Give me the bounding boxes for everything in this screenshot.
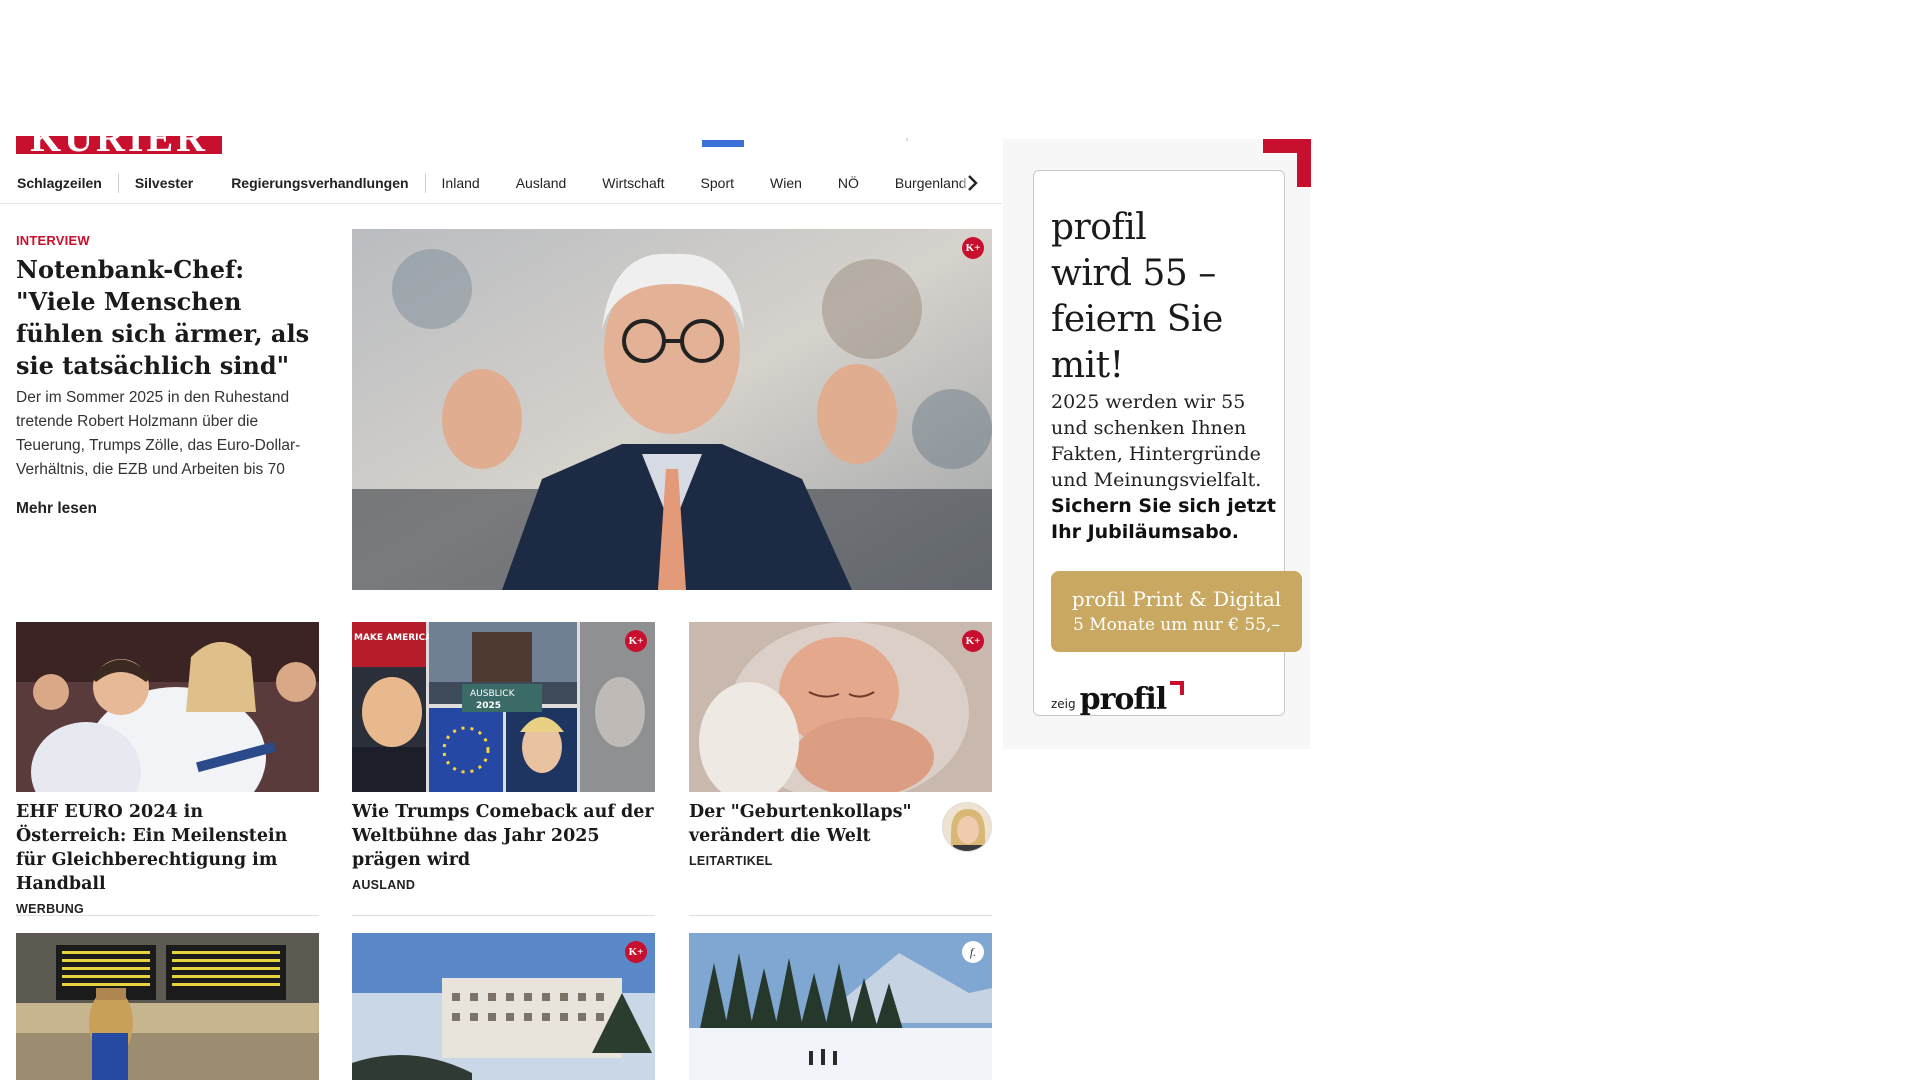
image-text: AUSBLICK — [470, 689, 516, 699]
read-more-link[interactable]: Mehr lesen — [16, 500, 97, 518]
nav-scroll-right-button[interactable] — [960, 171, 984, 195]
ad-body: 2025 werden wir 55 und schenken Ihnen Fa… — [1051, 391, 1262, 491]
nav-item-noe[interactable]: NÖ — [838, 175, 859, 191]
nav-item-ausland[interactable]: Ausland — [516, 175, 567, 191]
article-tag: WERBUNG — [16, 902, 85, 916]
kplus-badge: K+ — [962, 237, 984, 259]
article-card[interactable]: K+ Der "Geburtenkollaps" ver­ändert die … — [689, 622, 992, 916]
image-text: 2025 — [476, 701, 501, 711]
divider — [16, 915, 319, 916]
kplus-badge: K+ — [962, 630, 984, 652]
author-photo — [943, 803, 991, 851]
article-card[interactable] — [16, 933, 319, 1080]
author-avatar[interactable] — [942, 802, 992, 852]
logo-text: KURIER — [30, 136, 208, 154]
divider — [906, 138, 908, 141]
chevron-right-icon — [968, 175, 978, 191]
article-tag: AUSLAND — [352, 878, 416, 892]
article-image[interactable]: K+ — [352, 933, 655, 1080]
article-title[interactable]: Der "Geburtenkollaps" ver­ändert die Wel… — [689, 800, 924, 848]
ad-headline-line: profil — [1051, 207, 1147, 248]
hero-photo — [352, 229, 992, 590]
article-image[interactable]: MAKE AMERICA GREAT AGAIN AUSBLICK 2025 K… — [352, 622, 655, 792]
ad-footer: zeig profil — [1051, 681, 1185, 717]
hero-image[interactable]: K+ — [352, 229, 992, 590]
article-card[interactable]: EHF EURO 2024 in Österreich: Ein Meilens… — [16, 622, 319, 916]
article-card[interactable]: K+ — [352, 933, 655, 1080]
divider — [689, 915, 992, 916]
nav-item-burgenland[interactable]: Burgenland — [895, 175, 967, 191]
profil-logo-mark-icon — [1170, 681, 1185, 695]
ad-headline-line: feiern Sie mit! — [1051, 299, 1223, 386]
nav-item-schlagzeilen[interactable]: Schlagzeilen — [17, 175, 102, 191]
ad-call-to-action: Sichern Sie sich jetzt Ihr Jubiläumsabo. — [1051, 495, 1276, 543]
kurier-logo[interactable]: KURIER — [16, 136, 222, 154]
hotel-photo — [352, 933, 655, 1080]
nav-separator — [117, 173, 119, 193]
hero-headline[interactable]: Notenbank-Chef: "Viele Menschen fühlen s… — [16, 254, 321, 382]
kplus-badge: K+ — [625, 630, 647, 652]
article-image[interactable] — [16, 622, 319, 792]
kplus-badge: K+ — [625, 941, 647, 963]
article-card[interactable]: MAKE AMERICA GREAT AGAIN AUSBLICK 2025 K… — [352, 622, 655, 916]
ad-offer-price: 5 Monate um nur € 55,– — [1073, 615, 1280, 635]
article-title[interactable]: EHF EURO 2024 in Österreich: Ein Meilens… — [16, 800, 319, 896]
nav-item-sport[interactable]: Sport — [701, 175, 734, 191]
article-card[interactable]: f. — [689, 933, 992, 1080]
nav-separator — [424, 173, 426, 193]
active-indicator — [702, 140, 744, 147]
ad-headline: profil wird 55 – feiern Sie mit! — [1051, 205, 1284, 389]
baby-photo — [689, 622, 992, 792]
profil-ad[interactable]: profil wird 55 – feiern Sie mit! 2025 we… — [1033, 170, 1302, 717]
airport-photo — [16, 933, 319, 1080]
ad-footer-prefix: zeig — [1051, 697, 1076, 711]
hero-teaser[interactable]: Der im Sommer 2025 in den Ruhestand tret… — [16, 386, 316, 482]
collage-photo: MAKE AMERICA GREAT AGAIN AUSBLICK 2025 — [352, 622, 655, 792]
article-image[interactable]: K+ — [689, 622, 992, 792]
article-image[interactable] — [16, 933, 319, 1080]
article-tag: LEITARTIKEL — [689, 854, 773, 868]
divider — [352, 915, 655, 916]
nav-item-regierungsverhandlungen[interactable]: Regierungsverhandlungen — [231, 175, 408, 191]
article-image[interactable]: f. — [689, 933, 992, 1080]
nav-item-silvester[interactable]: Silvester — [135, 175, 193, 191]
winter-forest-photo — [689, 933, 992, 1080]
ad-headline-line: wird 55 – — [1051, 253, 1216, 294]
ad-offer-button[interactable]: profil Print & Digital 5 Monate um nur €… — [1051, 571, 1302, 652]
ad-offer-title: profil Print & Digital — [1071, 587, 1282, 611]
nav-item-wien[interactable]: Wien — [770, 175, 802, 191]
article-title[interactable]: Wie Trumps Comeback auf der Weltbühne da… — [352, 800, 655, 872]
feature-badge: f. — [962, 941, 984, 963]
nav-item-wirtschaft[interactable]: Wirtschaft — [602, 175, 664, 191]
section-nav: Schlagzeilen Silvester Regierungsverhand… — [0, 163, 1002, 204]
handball-photo — [16, 622, 319, 792]
hero-kicker: INTERVIEW — [16, 233, 90, 248]
nav-item-inland[interactable]: Inland — [442, 175, 480, 191]
profil-logo: profil — [1079, 682, 1167, 717]
